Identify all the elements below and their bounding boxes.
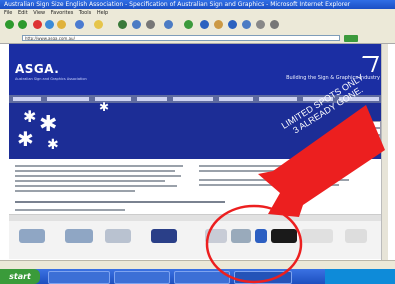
highlight-circle: [205, 204, 303, 284]
screenshot-frame: Australian Sign Size English Association…: [0, 0, 395, 284]
promo-arrow: [258, 105, 385, 217]
promo-overlay: [205, 105, 385, 284]
